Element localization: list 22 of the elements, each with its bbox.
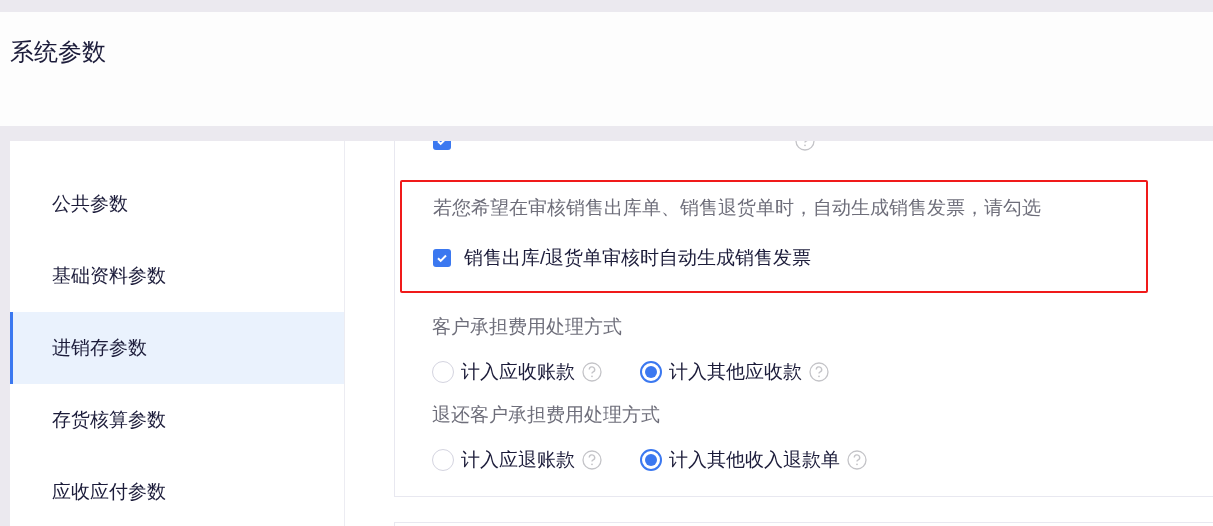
help-icon[interactable] <box>582 450 602 470</box>
sidebar-item[interactable]: 基础资料参数 <box>10 240 344 312</box>
group-title: 客户承担费用处理方式 <box>432 315 623 339</box>
radio-label: 计入应收账款 <box>461 360 575 384</box>
checkbox[interactable] <box>433 249 451 267</box>
radio-button[interactable] <box>640 449 662 471</box>
help-icon[interactable] <box>809 362 829 382</box>
sidebar-item[interactable]: 应收应付参数 <box>10 456 344 526</box>
page-title: 系统参数 <box>10 37 107 67</box>
help-icon[interactable] <box>582 362 602 382</box>
sidebar-item[interactable]: 公共参数 <box>10 168 344 240</box>
help-icon[interactable] <box>847 450 867 470</box>
radio-label: 计入其他收入退款单 <box>669 448 840 472</box>
group-title: 退还客户承担费用处理方式 <box>432 403 661 427</box>
radio-label: 计入应退账款 <box>461 448 575 472</box>
radio-label: 计入其他应收款 <box>669 360 802 384</box>
hint-text: 若您希望在审核销售出库单、销售退货单时，自动生成销售发票，请勾选 <box>433 196 1042 220</box>
radio-button[interactable] <box>640 361 662 383</box>
sidebar-item[interactable]: 存货核算参数 <box>10 384 344 456</box>
sidebar-item[interactable]: 进销存参数 <box>10 312 344 384</box>
checkbox-label: 销售出库/退货单审核时自动生成销售发票 <box>464 246 812 270</box>
checkmark-icon <box>436 252 448 264</box>
